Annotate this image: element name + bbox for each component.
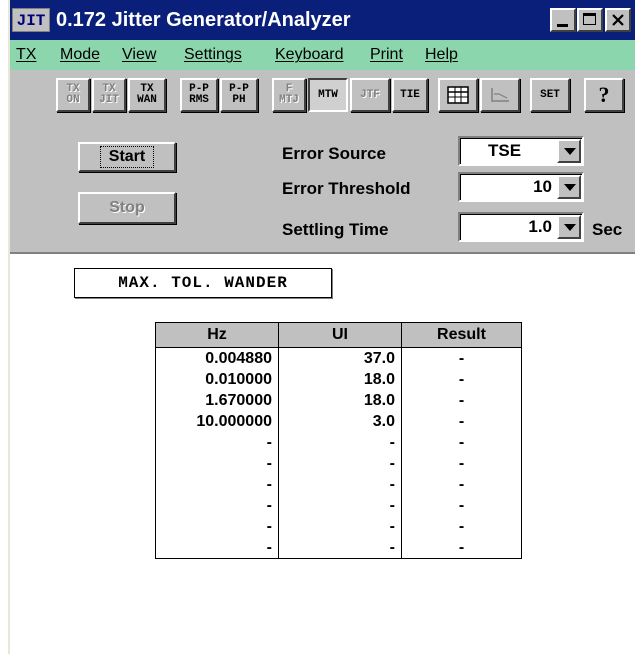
stop-button-label: Stop (109, 199, 145, 216)
table-row: 0.010000 18.0- (155, 369, 522, 390)
cell-ui: - (278, 537, 402, 559)
tie-button[interactable]: TIE (392, 78, 428, 112)
table-row: --- (155, 537, 522, 559)
settling-time-label: Settling Time (282, 220, 389, 239)
title-bar[interactable]: JIT 0.172 Jitter Generator/Analyzer (10, 0, 635, 40)
cell-hz: - (155, 474, 279, 495)
table-row: --- (155, 495, 522, 516)
menu-print[interactable]: Print (370, 45, 403, 65)
f-mtj-button[interactable]: F MTJ (272, 78, 306, 112)
error-threshold-label: Error Threshold (282, 179, 411, 198)
table-row: --- (155, 516, 522, 537)
cell-ui: 18.0 (278, 390, 402, 411)
error-source-select[interactable]: TSE (458, 136, 584, 166)
tx-jit-button[interactable]: TX JIT (92, 78, 126, 112)
error-threshold-value: 10 (533, 177, 552, 196)
cell-hz: 0.010000 (155, 369, 279, 390)
table-row: 1.670000 18.0- (155, 390, 522, 411)
cell-result: - (401, 537, 522, 559)
set-button[interactable]: SET (530, 78, 570, 112)
table-row: --- (155, 453, 522, 474)
minimize-button[interactable] (550, 8, 576, 32)
menu-settings[interactable]: Settings (184, 45, 242, 65)
app-icon[interactable]: JIT (12, 8, 50, 32)
cell-hz: - (155, 495, 279, 516)
error-threshold-select[interactable]: 10 (458, 172, 584, 202)
app-window: JIT 0.172 Jitter Generator/Analyzer TX M… (8, 0, 635, 654)
cell-ui: - (278, 495, 402, 516)
chevron-down-icon[interactable] (557, 175, 581, 199)
control-panel: Start Stop Error Source TSE Error Thresh… (10, 122, 635, 254)
start-button[interactable]: Start (78, 142, 176, 172)
menu-mode[interactable]: Mode (60, 45, 100, 65)
cell-ui: 37.0 (278, 347, 402, 369)
start-button-label: Start (99, 146, 155, 168)
cell-result: - (401, 369, 522, 390)
results-table: Hz UI Result 0.004880 37.0- 0.010000 18.0-… (155, 322, 522, 559)
cell-hz: 0.004880 (155, 347, 279, 369)
cell-result: - (401, 411, 522, 432)
toolbar: TX ON TX JIT TX WAN P-P RMS P-P PH F MTJ… (10, 70, 635, 122)
settling-time-value: 1.0 (528, 217, 552, 236)
question-icon: ? (598, 82, 610, 107)
cell-result: - (401, 516, 522, 537)
cell-ui: - (278, 432, 402, 453)
minimize-icon (557, 24, 568, 27)
cell-hz: - (155, 516, 279, 537)
pp-ph-button[interactable]: P-P PH (220, 78, 258, 112)
header-result: Result (401, 322, 522, 348)
cell-result: - (401, 474, 522, 495)
cell-hz: - (155, 537, 279, 559)
menu-tx[interactable]: TX (16, 45, 36, 65)
window-title: 0.172 Jitter Generator/Analyzer (56, 9, 351, 31)
pp-rms-button[interactable]: P-P RMS (180, 78, 218, 112)
mtw-button[interactable]: MTW (308, 78, 348, 112)
cell-ui: 3.0 (278, 411, 402, 432)
graph-icon (491, 88, 509, 102)
close-icon (612, 14, 624, 26)
cell-result: - (401, 390, 522, 411)
tx-wan-button[interactable]: TX WAN (128, 78, 166, 112)
close-button[interactable] (605, 8, 631, 32)
menu-keyboard[interactable]: Keyboard (275, 45, 344, 65)
cell-hz: - (155, 432, 279, 453)
cell-ui: 18.0 (278, 369, 402, 390)
cell-result: - (401, 453, 522, 474)
table-view-button[interactable] (438, 78, 478, 112)
cell-ui: - (278, 516, 402, 537)
table-row: --- (155, 474, 522, 495)
cell-result: - (401, 495, 522, 516)
header-ui: UI (278, 322, 402, 348)
header-hz: Hz (155, 322, 279, 348)
help-button[interactable]: ? (584, 78, 624, 112)
jtf-button[interactable]: JTF (350, 78, 390, 112)
cell-hz: - (155, 453, 279, 474)
cell-ui: - (278, 474, 402, 495)
cell-result: - (401, 347, 522, 369)
maximize-icon (583, 13, 596, 25)
chevron-down-icon[interactable] (557, 215, 581, 239)
menu-help[interactable]: Help (425, 45, 458, 65)
menu-view[interactable]: View (122, 45, 156, 65)
table-header-row: Hz UI Result (155, 322, 522, 348)
table-row: 10.000000 3.0- (155, 411, 522, 432)
settling-time-unit: Sec (592, 220, 623, 239)
menu-bar: TX Mode View Settings Keyboard Print Hel… (10, 40, 635, 70)
tx-on-button[interactable]: TX ON (56, 78, 90, 112)
stop-button[interactable]: Stop (78, 192, 176, 224)
error-source-value: TSE (488, 141, 522, 160)
maximize-button[interactable] (577, 8, 603, 32)
table-icon (447, 86, 469, 104)
error-source-label: Error Source (282, 144, 386, 163)
cell-hz: 1.670000 (155, 390, 279, 411)
graph-view-button[interactable] (480, 78, 520, 112)
table-row: 0.004880 37.0- (155, 347, 522, 369)
cell-ui: - (278, 453, 402, 474)
chevron-down-icon[interactable] (557, 139, 581, 163)
table-row: --- (155, 432, 522, 453)
settling-time-select[interactable]: 1.0 (458, 212, 584, 242)
cell-result: - (401, 432, 522, 453)
cell-hz: 10.000000 (155, 411, 279, 432)
mode-title: MAX. TOL. WANDER (74, 268, 332, 298)
